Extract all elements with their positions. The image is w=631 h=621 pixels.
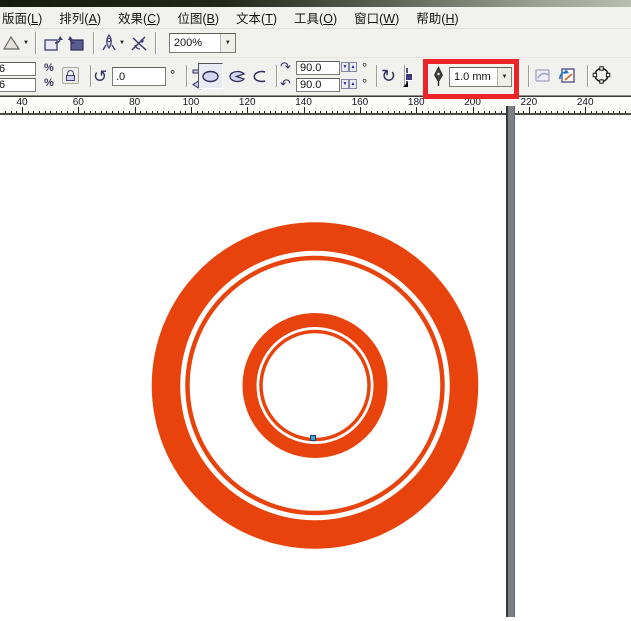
app-window: 版面(L)排列(A)效果(C)位图(B)文本(T)工具(O)窗口(W)帮助(H)… <box>0 0 631 621</box>
drawing-ring[interactable] <box>250 320 381 451</box>
ellipse-node-handle[interactable] <box>311 436 316 441</box>
drawing-ring[interactable] <box>188 258 443 513</box>
drawing-svg[interactable] <box>0 0 631 621</box>
drawing-ring[interactable] <box>166 237 464 535</box>
drawing-ring[interactable] <box>261 332 369 440</box>
